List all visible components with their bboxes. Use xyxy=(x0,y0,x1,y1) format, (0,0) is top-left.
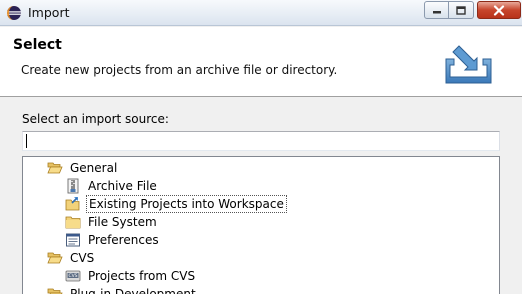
minimize-icon xyxy=(432,11,441,14)
folder-open-icon xyxy=(47,162,63,174)
tree-item-existing-projects[interactable]: Existing Projects into Workspace xyxy=(65,195,287,213)
tree-item-label: Preferences xyxy=(88,233,159,247)
tree-item-cvs[interactable]: CVS xyxy=(47,249,96,267)
close-icon xyxy=(493,4,505,16)
eclipse-icon xyxy=(7,6,21,20)
filter-input[interactable] xyxy=(22,131,500,151)
title-bar[interactable]: Import xyxy=(0,0,522,26)
tree-item-general[interactable]: General xyxy=(47,159,119,177)
tree-item-label: CVS xyxy=(70,251,95,265)
close-button[interactable] xyxy=(477,1,521,19)
tree-item-preferences[interactable]: Preferences xyxy=(65,231,161,249)
tree-item-projects-from-cvs[interactable]: CVS Projects from CVS xyxy=(65,267,197,285)
folder-open-icon xyxy=(47,288,63,294)
wizard-header: Select Create new projects from an archi… xyxy=(0,27,522,97)
tree-item-label: Archive File xyxy=(88,179,157,193)
svg-text:CVS: CVS xyxy=(68,273,77,279)
tree-item-label: File System xyxy=(88,215,157,229)
cvs-icon: CVS xyxy=(65,270,81,282)
tree-item-plugin-development[interactable]: Plug-in Development xyxy=(47,285,198,294)
import-wizard-icon xyxy=(445,45,492,84)
tree-item-label: General xyxy=(70,161,118,175)
archive-file-icon xyxy=(67,178,79,194)
folder-icon xyxy=(65,216,81,229)
page-description: Create new projects from an archive file… xyxy=(21,63,338,77)
import-source-tree[interactable]: General Archive File Existing Projects i… xyxy=(22,156,500,294)
tree-item-archive-file[interactable]: Archive File xyxy=(65,177,159,195)
import-source-label: Select an import source: xyxy=(22,112,169,126)
folder-open-icon xyxy=(47,252,63,264)
text-caret xyxy=(26,134,27,148)
minimize-button[interactable] xyxy=(424,1,449,19)
maximize-icon xyxy=(456,5,466,15)
tree-item-label: Existing Projects into Workspace xyxy=(86,195,287,213)
preferences-icon xyxy=(66,233,80,247)
tree-item-file-system[interactable]: File System xyxy=(65,213,159,231)
existing-project-icon xyxy=(65,197,80,211)
maximize-button[interactable] xyxy=(449,1,474,19)
page-title: Select xyxy=(13,37,62,53)
tree-item-label: Projects from CVS xyxy=(88,269,196,283)
tree-item-label: Plug-in Development xyxy=(70,287,196,294)
window-title: Import xyxy=(28,5,70,20)
